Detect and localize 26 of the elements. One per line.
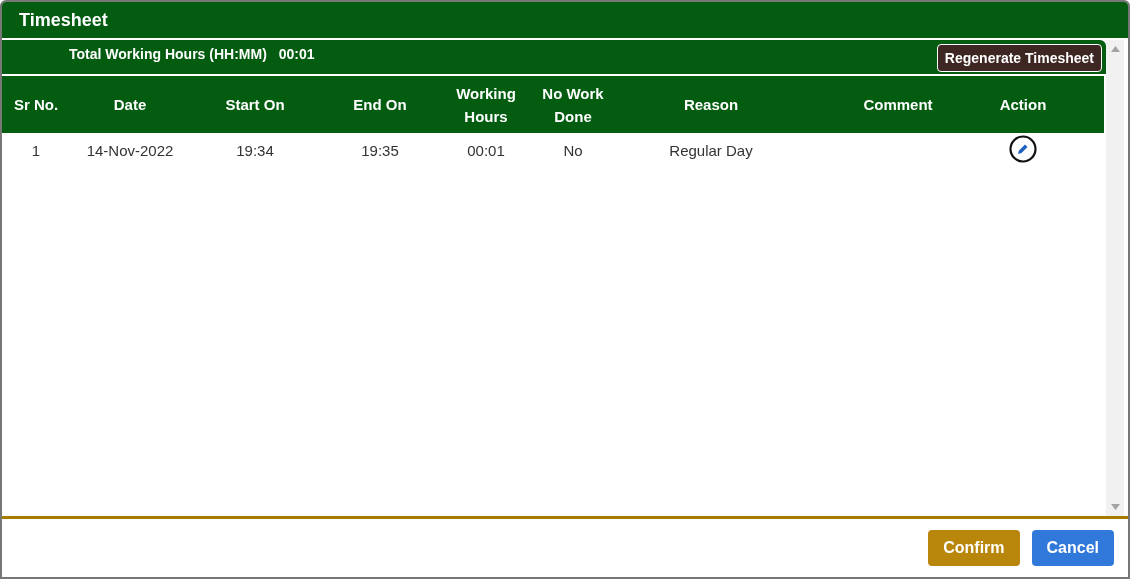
dialog-title: Timesheet — [19, 8, 108, 32]
table-cell: 1 — [31, 142, 41, 160]
edit-icon[interactable] — [1009, 135, 1037, 163]
summary-label: Total Working Hours (HH:MM) — [69, 44, 267, 64]
scrollbar[interactable] — [1106, 40, 1124, 516]
regenerate-timesheet-button[interactable]: Regenerate Timesheet — [936, 44, 1102, 72]
column-header: Action — [988, 76, 1058, 133]
column-header: Reason — [614, 76, 808, 133]
table-cell: 19:34 — [236, 142, 274, 160]
table-cell: 00:01 — [467, 142, 505, 160]
cancel-button[interactable]: Cancel — [1031, 530, 1114, 566]
column-header: No Work Done — [532, 76, 614, 133]
column-header: Sr No. — [2, 76, 70, 133]
confirm-button[interactable]: Confirm — [928, 530, 1020, 566]
column-header: Comment — [808, 76, 988, 133]
table-cell: 14-Nov-2022 — [86, 142, 174, 160]
table-cell: Regular Day — [669, 142, 753, 160]
scroll-up-icon[interactable] — [1110, 46, 1120, 52]
summary-value: 00:01 — [278, 44, 315, 64]
column-header: Date — [70, 76, 190, 133]
column-header: End On — [320, 76, 440, 133]
table-cell: No — [563, 142, 583, 160]
column-header: Start On — [190, 76, 320, 133]
column-header: Working Hours — [440, 76, 532, 133]
scroll-down-icon[interactable] — [1110, 504, 1120, 510]
table-cell: 19:35 — [361, 142, 399, 160]
